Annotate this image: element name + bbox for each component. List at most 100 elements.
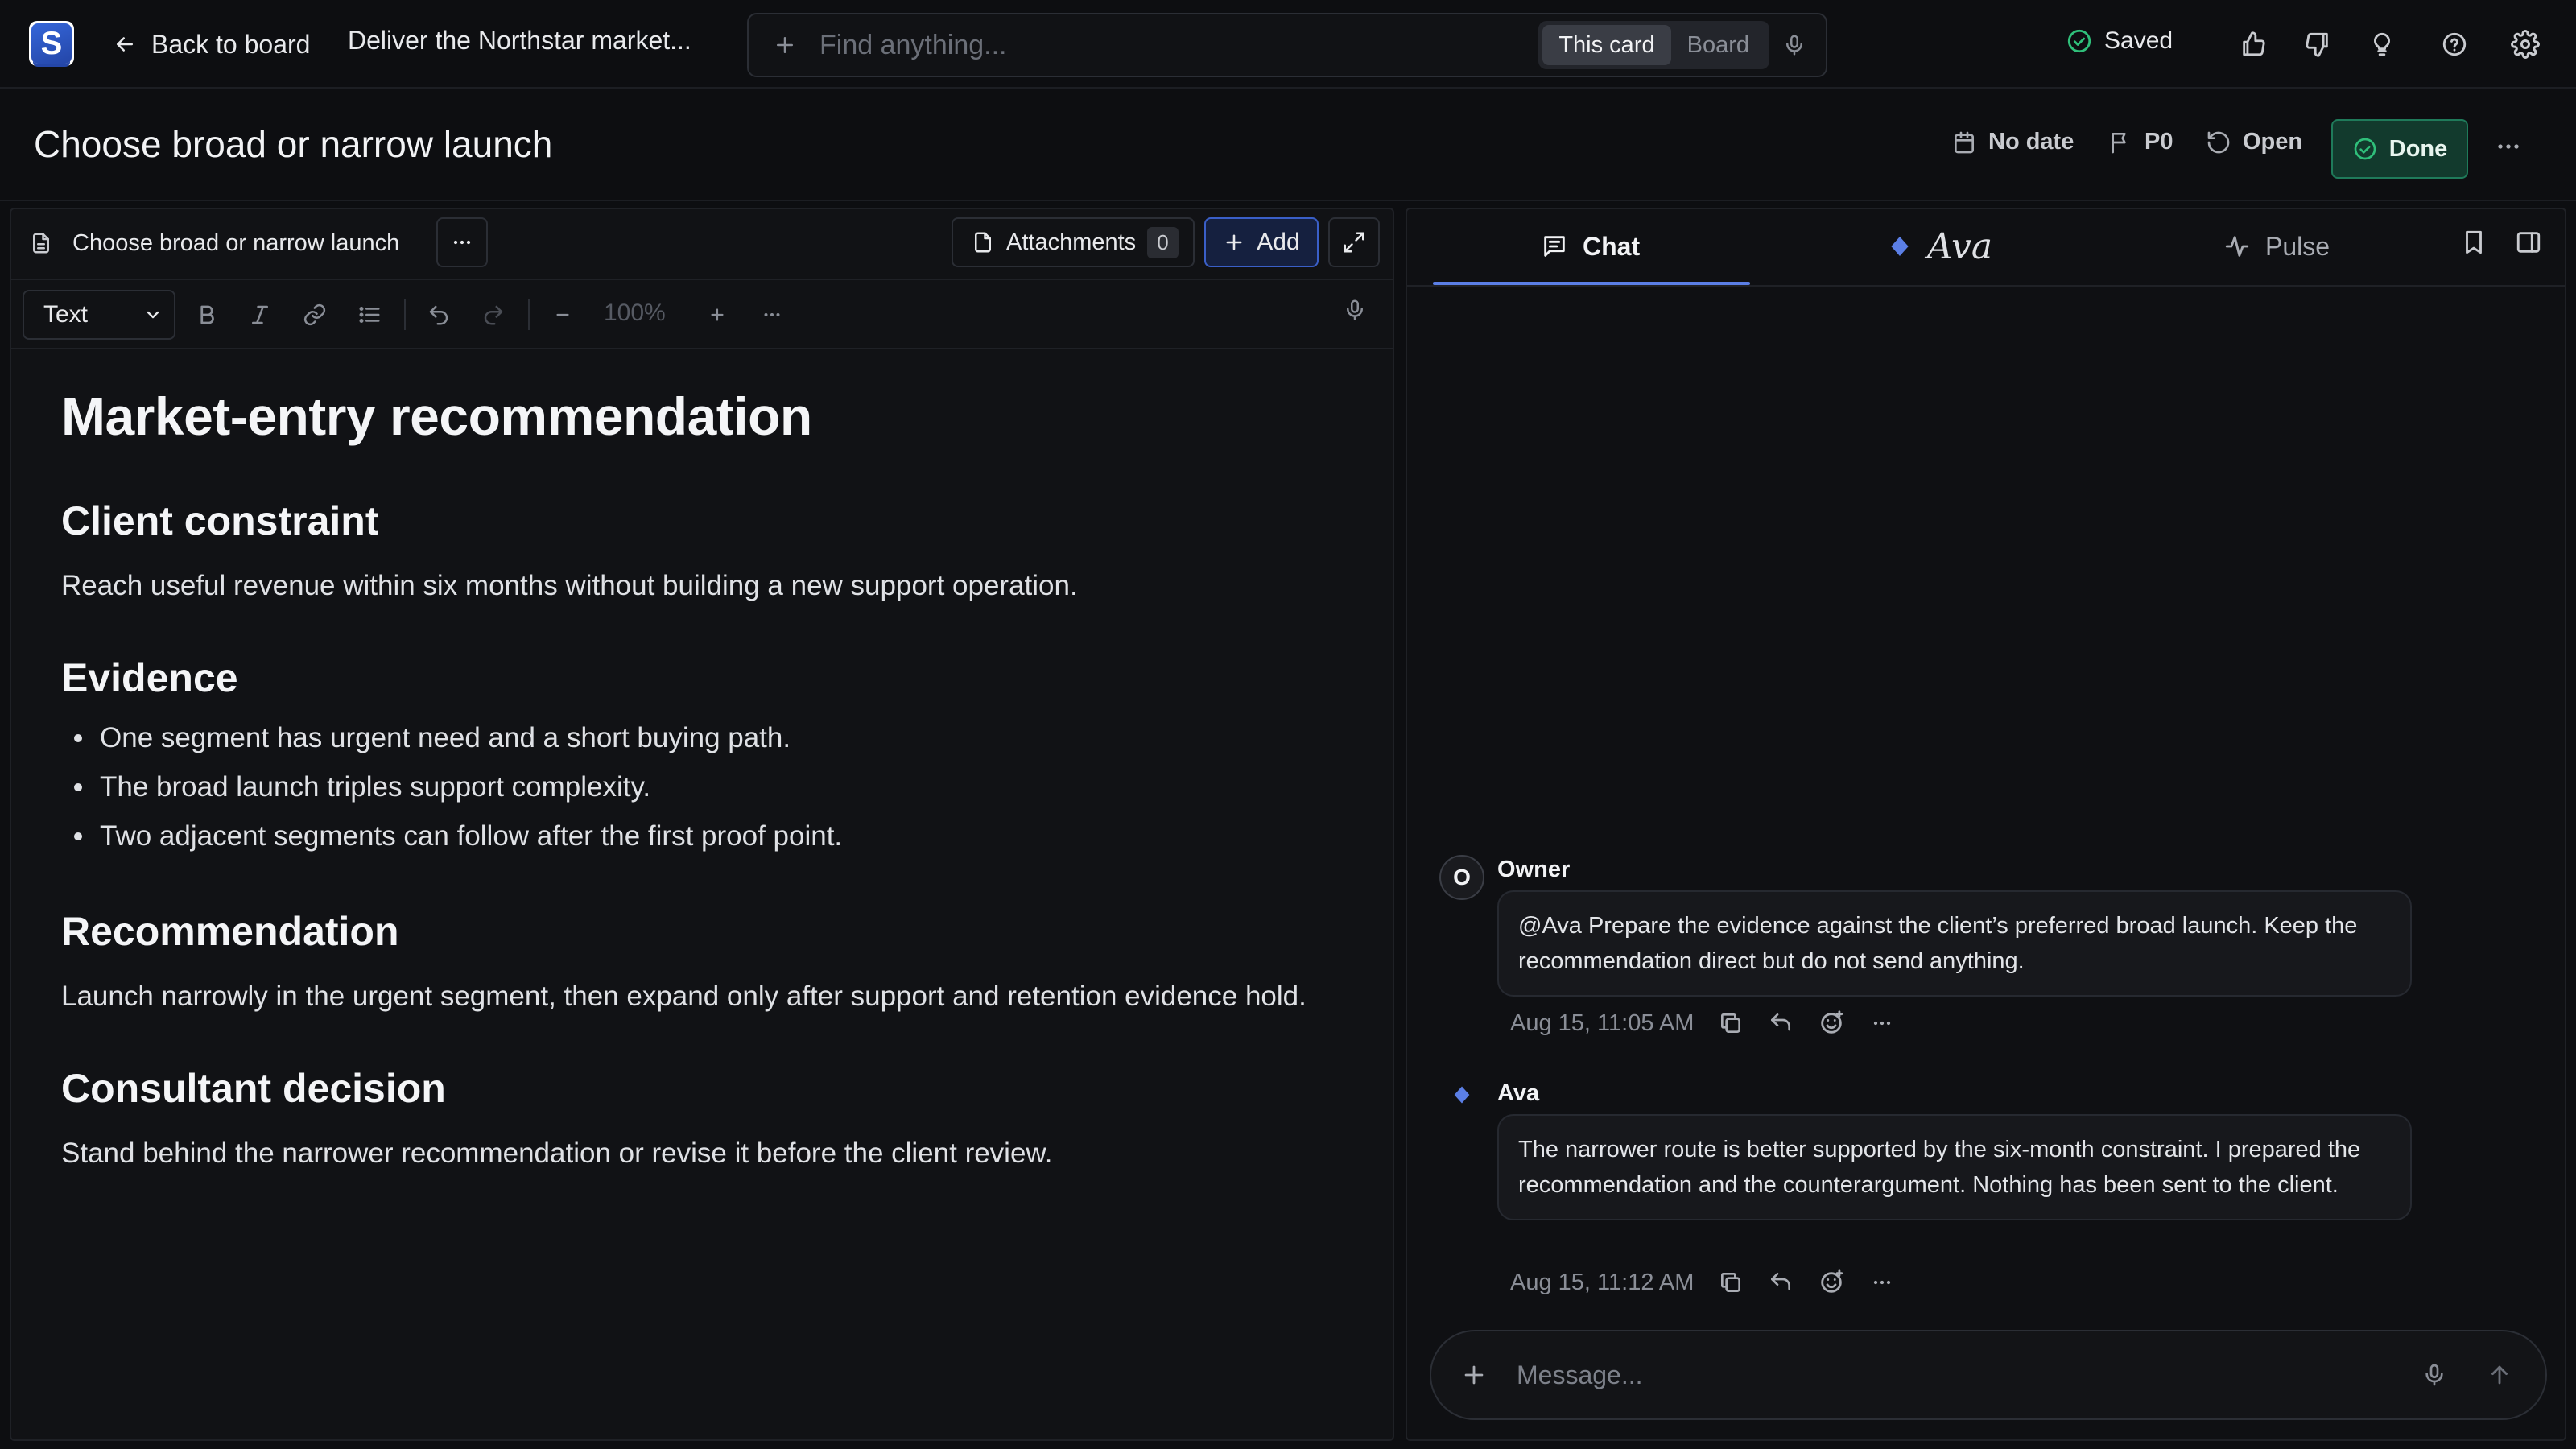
add-button[interactable]: Add <box>1204 217 1319 267</box>
priority-label: P0 <box>2145 129 2174 155</box>
more-horizontal-icon[interactable] <box>1869 1010 1895 1036</box>
list-item: Two adjacent segments can follow after t… <box>61 811 1317 861</box>
microphone-icon[interactable] <box>1336 291 1373 328</box>
search-scope-toggle: This card Board <box>1538 21 1769 69</box>
done-label: Done <box>2388 135 2448 162</box>
reply-icon[interactable] <box>1768 1010 1794 1036</box>
chat-pane <box>1406 208 2566 1441</box>
microphone-icon[interactable] <box>1782 33 1806 57</box>
flag-icon <box>2107 130 2133 155</box>
help-icon[interactable] <box>2436 26 2473 63</box>
section-paragraph: Stand behind the narrower recommendation… <box>61 1137 1053 1170</box>
plus-icon <box>1223 231 1245 254</box>
arrow-left-icon <box>113 32 137 56</box>
bullet-list-icon[interactable] <box>351 296 388 333</box>
divider <box>11 279 1393 280</box>
document-tab-label: Choose broad or narrow launch <box>72 229 400 256</box>
rotate-ccw-icon <box>2206 130 2231 155</box>
check-circle-icon <box>2066 27 2093 55</box>
tab-chat[interactable]: Chat <box>1541 222 1640 270</box>
section-heading: Consultant decision <box>61 1066 446 1112</box>
more-horizontal-icon[interactable] <box>1869 1269 1895 1295</box>
message-meta: Aug 15, 11:05 AM <box>1510 1009 1895 1037</box>
divider <box>0 200 2576 201</box>
divider <box>1407 285 2565 287</box>
card-breadcrumb[interactable]: Deliver the Northstar market... <box>348 26 691 56</box>
priority-button[interactable]: P0 <box>2107 129 2173 155</box>
copy-icon[interactable] <box>1718 1010 1744 1036</box>
back-to-board-button[interactable]: Back to board <box>113 23 310 66</box>
microphone-icon[interactable] <box>2421 1362 2447 1388</box>
bold-icon[interactable] <box>188 296 225 333</box>
document-icon <box>29 231 53 255</box>
date-label: No date <box>1988 129 2074 155</box>
text-style-value: Text <box>43 301 89 328</box>
list-item: One segment has urgent need and a short … <box>61 713 1317 762</box>
plus-icon[interactable] <box>1460 1361 1488 1389</box>
section-paragraph: Reach useful revenue within six months w… <box>61 570 1078 602</box>
done-button[interactable]: Done <box>2331 119 2468 179</box>
link-icon[interactable] <box>296 296 333 333</box>
bookmark-icon[interactable] <box>2460 229 2487 256</box>
section-heading: Evidence <box>61 655 238 701</box>
attachments-button[interactable]: Attachments 0 <box>952 217 1195 267</box>
tab-ava-label: Ava <box>1927 225 1993 267</box>
document-tab[interactable]: Choose broad or narrow launch <box>29 219 399 267</box>
text-style-select[interactable]: Text <box>23 290 175 340</box>
message-input[interactable] <box>1517 1360 2421 1390</box>
tab-pulse[interactable]: Pulse <box>2223 222 2330 270</box>
add-label: Add <box>1257 229 1300 255</box>
evidence-list: One segment has urgent need and a short … <box>61 713 1317 861</box>
reply-icon[interactable] <box>1768 1269 1794 1295</box>
message-bubble: @Ava Prepare the evidence against the cl… <box>1497 890 2412 997</box>
message-composer <box>1430 1330 2547 1420</box>
tab-pulse-label: Pulse <box>2265 231 2330 261</box>
scope-board[interactable]: Board <box>1671 25 1765 65</box>
chat-icon <box>1541 233 1568 260</box>
more-tools-icon[interactable] <box>753 296 791 333</box>
tab-ava[interactable]: Ava <box>1887 222 1992 270</box>
section-heading: Recommendation <box>61 909 399 955</box>
attachments-count-badge: 0 <box>1147 226 1179 258</box>
search-input[interactable] <box>819 29 1539 61</box>
document-more-button[interactable] <box>436 217 488 267</box>
message-author: Ava <box>1497 1080 1540 1106</box>
toolbar-separator <box>528 299 530 330</box>
sidebar-toggle-icon[interactable] <box>2515 229 2542 256</box>
ava-diamond-icon <box>1887 233 1913 259</box>
expand-button[interactable] <box>1328 217 1380 267</box>
italic-icon[interactable] <box>242 296 279 333</box>
card-title[interactable]: Choose broad or narrow launch <box>34 122 552 166</box>
send-arrow-icon[interactable] <box>2486 1361 2513 1389</box>
app-logo[interactable]: S <box>29 21 74 66</box>
thumbs-up-icon[interactable] <box>2235 26 2272 63</box>
logo-letter: S <box>31 23 72 64</box>
check-circle-icon <box>2352 136 2378 162</box>
thumbs-down-icon[interactable] <box>2299 26 2336 63</box>
undo-icon[interactable] <box>420 296 457 333</box>
add-reaction-icon[interactable] <box>1818 1009 1845 1037</box>
message-bubble: The narrower route is better supported b… <box>1497 1114 2412 1220</box>
add-reaction-icon[interactable] <box>1818 1269 1845 1296</box>
status-button[interactable]: Open <box>2206 129 2302 155</box>
settings-icon[interactable] <box>2507 26 2544 63</box>
divider <box>11 348 1393 349</box>
back-label: Back to board <box>151 29 311 59</box>
due-date-button[interactable]: No date <box>1951 129 2074 155</box>
zoom-in-icon[interactable] <box>699 296 736 333</box>
plus-icon[interactable] <box>773 33 797 57</box>
search-bar: This card Board <box>747 13 1827 77</box>
saved-label: Saved <box>2104 27 2174 54</box>
copy-icon[interactable] <box>1718 1269 1744 1295</box>
zoom-out-icon[interactable] <box>544 296 581 333</box>
document-body[interactable]: Market-entry recommendation Client const… <box>61 385 1317 1174</box>
file-icon <box>971 230 995 254</box>
redo-icon[interactable] <box>475 296 512 333</box>
more-options-icon[interactable] <box>2492 130 2524 163</box>
scope-this-card[interactable]: This card <box>1542 25 1671 65</box>
more-horizontal-icon <box>449 229 475 255</box>
pulse-icon <box>2223 233 2251 260</box>
lightbulb-icon[interactable] <box>2363 26 2401 63</box>
list-item: The broad launch triples support complex… <box>61 762 1317 811</box>
chevron-down-icon <box>143 305 163 324</box>
